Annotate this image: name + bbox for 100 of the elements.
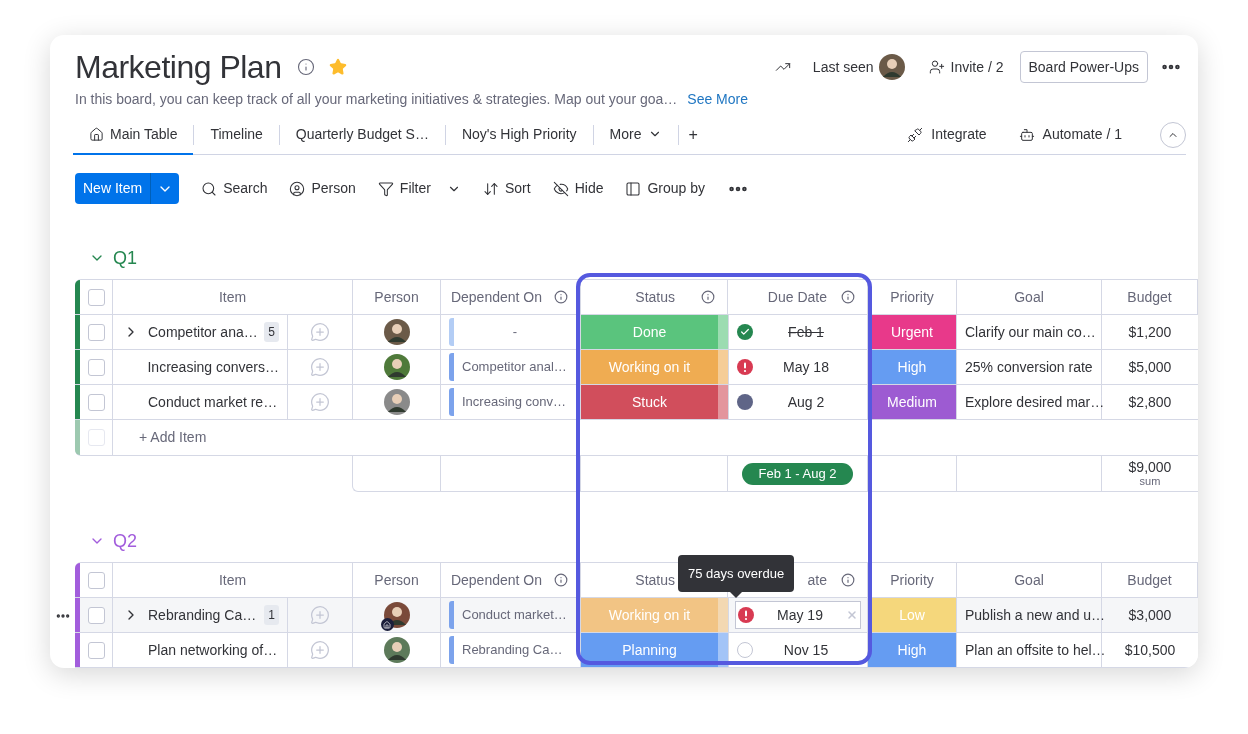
goal-text: Plan an offsite to hel… bbox=[965, 640, 1106, 660]
board-description: In this board, you can keep track of all your marketing initiatives & strategies. Map out your goa… bbox=[75, 89, 678, 109]
goal-text: Explore desired mar… bbox=[965, 392, 1105, 412]
info-icon[interactable] bbox=[841, 290, 855, 304]
robot-icon[interactable] bbox=[1018, 126, 1035, 143]
avatar bbox=[878, 54, 905, 80]
status-label[interactable]: Stuck bbox=[581, 385, 718, 419]
toolbar-button[interactable]: Group by bbox=[625, 178, 706, 199]
checkbox[interactable] bbox=[87, 393, 105, 411]
dependency-text[interactable]: - bbox=[454, 322, 576, 342]
info-icon[interactable] bbox=[297, 58, 316, 76]
avatar bbox=[383, 637, 410, 663]
avatar bbox=[383, 319, 410, 345]
info-icon[interactable] bbox=[554, 290, 568, 304]
column-header: Budget bbox=[1102, 563, 1198, 597]
tooltip-pointer bbox=[730, 592, 743, 598]
plug-icon[interactable] bbox=[907, 126, 924, 143]
automate-button[interactable]: Automate / 1 bbox=[1042, 124, 1122, 145]
invite-icon[interactable] bbox=[928, 59, 945, 75]
date-cell[interactable]: Feb 1 bbox=[735, 318, 861, 346]
date-cell[interactable]: Aug 2 bbox=[735, 388, 861, 416]
budget-value: $2,800 bbox=[1128, 392, 1172, 412]
view-tab[interactable]: Quarterly Budget S… bbox=[279, 115, 445, 155]
goal-text: Clarify our main co… bbox=[965, 322, 1096, 342]
sort-icon bbox=[482, 180, 499, 197]
column-header: Item bbox=[113, 563, 353, 597]
goal-text: Publish a new and u… bbox=[965, 605, 1106, 625]
add-item-link[interactable]: + Add Item bbox=[139, 427, 207, 448]
home-icon bbox=[89, 126, 104, 142]
power-ups-button[interactable]: Board Power-Ups bbox=[1019, 51, 1148, 83]
dependency-text[interactable]: Rebranding Ca… bbox=[462, 640, 563, 660]
view-tab[interactable]: More bbox=[593, 115, 678, 155]
column-header: Dependent On bbox=[441, 563, 581, 597]
info-icon[interactable] bbox=[841, 573, 855, 587]
column-header: Priority bbox=[868, 563, 957, 597]
see-more-link[interactable]: See More bbox=[687, 88, 748, 110]
checkbox[interactable] bbox=[87, 323, 105, 341]
invite-button[interactable]: Invite / 2 bbox=[950, 56, 1004, 78]
checkbox[interactable] bbox=[87, 358, 105, 376]
toolbar-button[interactable]: Filter bbox=[377, 178, 461, 199]
date-cell[interactable]: May 18 bbox=[735, 353, 861, 381]
column-header: Status bbox=[581, 280, 728, 314]
budget-value: $3,000 bbox=[1128, 605, 1172, 625]
toolbar-button[interactable]: Sort bbox=[482, 178, 531, 199]
toolbar-button[interactable]: Search bbox=[201, 178, 268, 199]
integrate-button[interactable]: Integrate bbox=[931, 124, 987, 145]
item-name[interactable]: Competitor ana… bbox=[148, 321, 258, 343]
view-tab[interactable]: Noy's High Priority bbox=[445, 115, 593, 155]
item-name[interactable]: Rebranding Ca… bbox=[148, 604, 257, 626]
item-name[interactable]: Conduct market re… bbox=[148, 391, 278, 413]
view-tab[interactable]: Timeline bbox=[194, 115, 279, 155]
dependency-text[interactable]: Increasing conv… bbox=[462, 392, 567, 412]
group-icon bbox=[625, 180, 642, 197]
star-icon[interactable] bbox=[329, 58, 348, 76]
search-icon bbox=[201, 180, 218, 197]
toolbar-button[interactable]: Person bbox=[289, 178, 356, 199]
view-tab[interactable]: Main Table bbox=[73, 115, 194, 155]
info-icon[interactable] bbox=[554, 573, 568, 587]
column-header: Person bbox=[353, 563, 441, 597]
board-title: Marketing Plan bbox=[75, 48, 282, 87]
add-view-button[interactable]: + bbox=[678, 122, 708, 147]
column-header: Item bbox=[113, 280, 353, 314]
checkbox[interactable] bbox=[87, 571, 105, 589]
last-seen-label[interactable]: Last seen bbox=[812, 56, 874, 78]
new-item-button[interactable]: New Item bbox=[75, 173, 180, 204]
budget-value: $1,200 bbox=[1128, 322, 1172, 342]
avatar bbox=[383, 602, 410, 628]
date-range-pill: Feb 1 - Aug 2 bbox=[742, 462, 853, 485]
subitem-count[interactable]: 1 bbox=[264, 605, 279, 625]
column-header: Goal bbox=[957, 280, 1102, 314]
item-name[interactable]: Increasing convers… bbox=[147, 356, 279, 378]
avatar bbox=[383, 389, 410, 415]
checkbox[interactable] bbox=[87, 641, 105, 659]
budget-value: $10,500 bbox=[1124, 640, 1176, 660]
column-header: Goal bbox=[957, 563, 1102, 597]
group-title: Q1 bbox=[113, 246, 137, 270]
column-header: Budget bbox=[1102, 280, 1198, 314]
avatar bbox=[383, 354, 410, 380]
checkbox[interactable] bbox=[87, 288, 105, 306]
item-name[interactable]: Plan networking of… bbox=[148, 639, 278, 661]
dependency-text[interactable]: Competitor anal… bbox=[462, 357, 567, 377]
subitem-count[interactable]: 5 bbox=[264, 322, 279, 342]
column-header: Person bbox=[353, 280, 441, 314]
filter-icon bbox=[377, 180, 394, 197]
goal-text: 25% conversion rate bbox=[965, 357, 1093, 377]
checkbox[interactable] bbox=[87, 606, 105, 624]
dependency-text[interactable]: Conduct market… bbox=[462, 605, 567, 625]
column-header: Dependent On bbox=[441, 280, 581, 314]
info-icon[interactable] bbox=[701, 290, 715, 304]
group-title: Q2 bbox=[113, 529, 137, 553]
date-cell[interactable]: Nov 15 bbox=[735, 636, 861, 664]
sum-label: sum bbox=[1139, 474, 1161, 488]
person-icon bbox=[289, 180, 306, 197]
toolbar-button[interactable]: Hide bbox=[552, 178, 604, 199]
date-cell[interactable]: May 19 bbox=[735, 601, 861, 629]
tooltip: 75 days overdue bbox=[678, 555, 795, 592]
column-header: Due Date bbox=[728, 280, 868, 314]
budget-sum: $9,000 bbox=[1128, 459, 1172, 474]
column-header: Priority bbox=[868, 280, 957, 314]
eye-off-icon bbox=[552, 180, 569, 197]
